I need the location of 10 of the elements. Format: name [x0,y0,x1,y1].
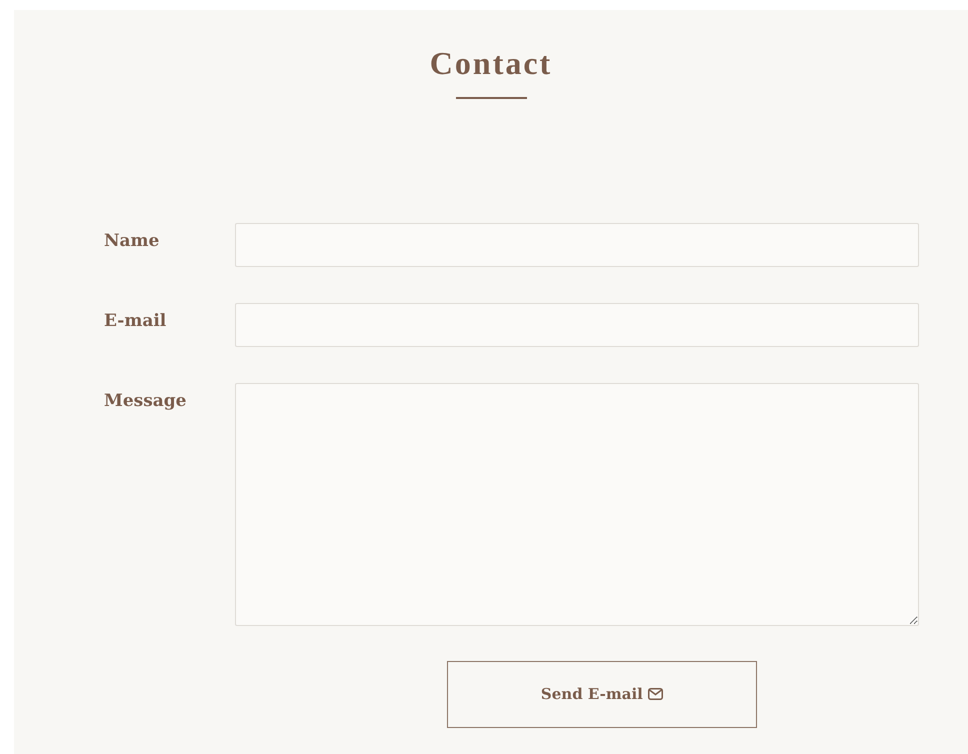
message-field[interactable] [235,383,919,626]
field-label: E-mail [104,310,168,334]
title-underline [456,97,526,100]
input-field[interactable] [235,303,919,348]
field-label: Name [104,230,160,254]
section-title: Contact [428,44,554,82]
send-button[interactable]: Send E-mail [447,661,757,728]
envelope-icon [648,688,664,700]
input-field[interactable] [235,223,919,268]
field-label: Message [104,390,188,414]
